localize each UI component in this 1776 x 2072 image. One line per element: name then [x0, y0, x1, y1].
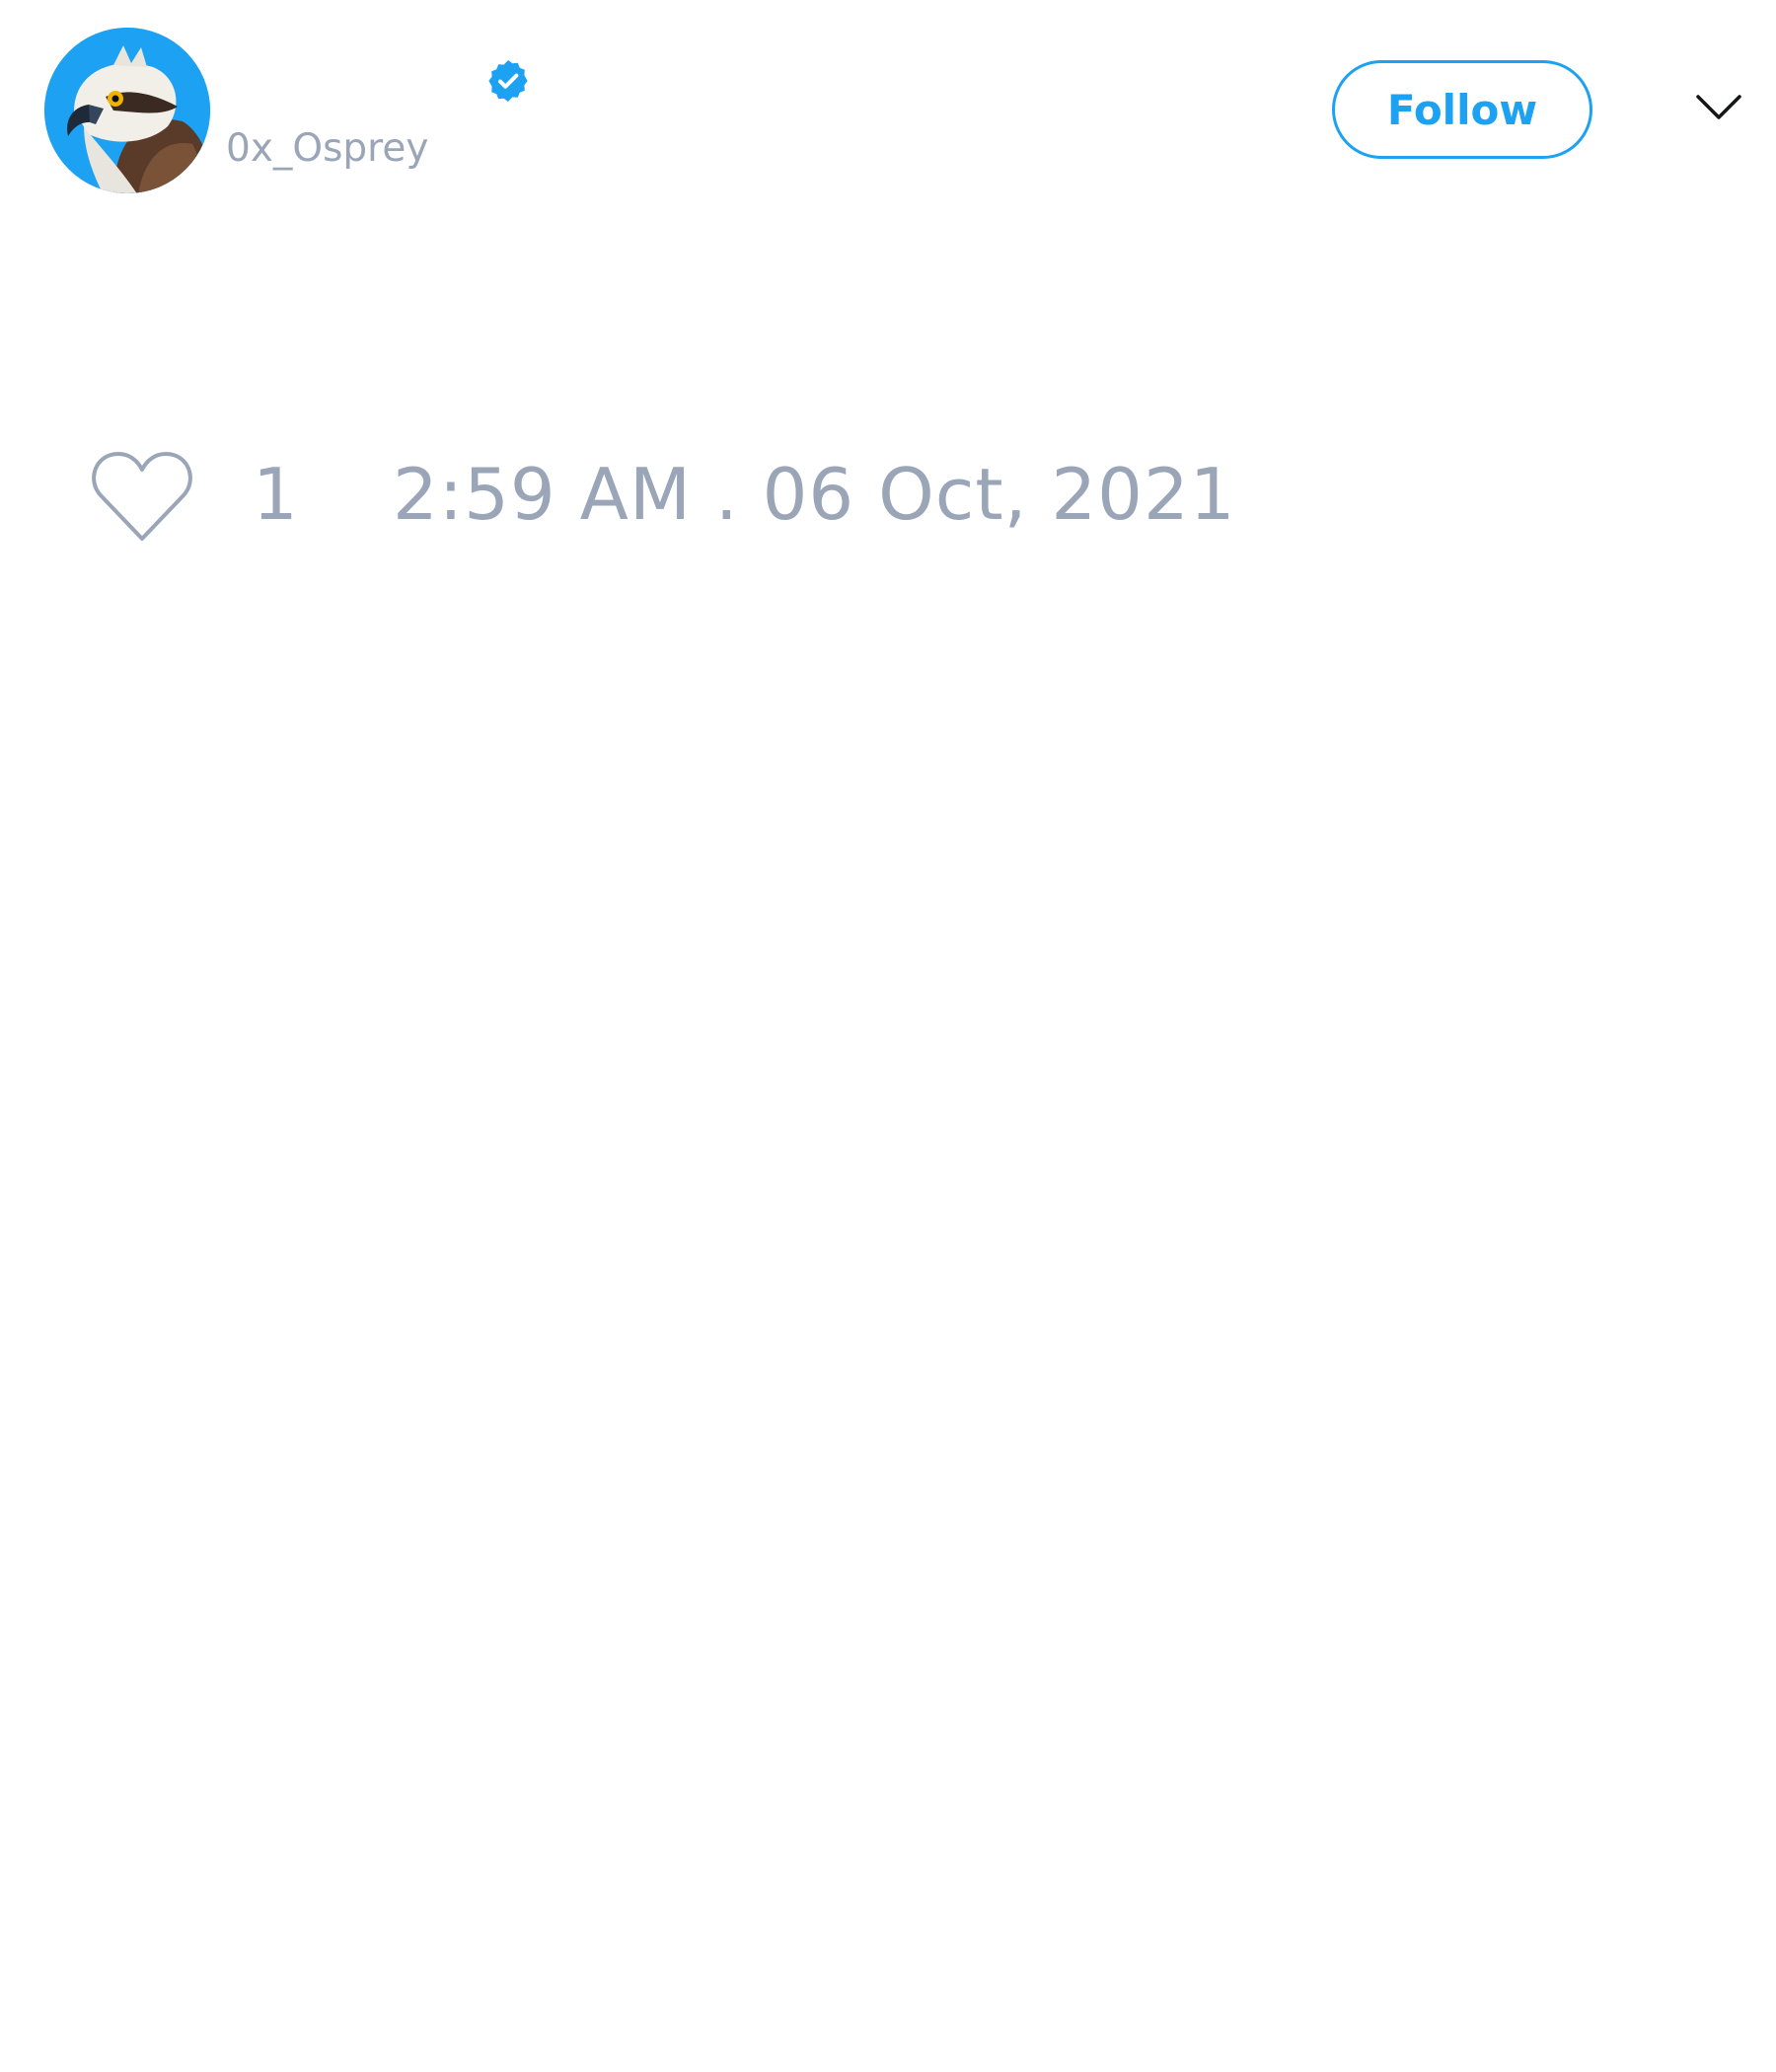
verified-badge-icon: [488, 60, 528, 102]
chevron-down-icon[interactable]: [1695, 93, 1742, 122]
follow-button[interactable]: Follow: [1332, 60, 1592, 159]
tweet-timestamp[interactable]: 2:59 AM . 06 Oct, 2021: [393, 455, 1236, 534]
heart-icon[interactable]: [89, 448, 195, 543]
tweet-card: 0x_Osprey Follow 1 2:59 AM . 06 Oct, 202…: [0, 0, 1776, 2072]
like-count: 1: [253, 453, 298, 536]
osprey-avatar-icon: [44, 28, 210, 193]
author-avatar[interactable]: [44, 28, 210, 193]
author-handle[interactable]: 0x_Osprey: [226, 126, 428, 171]
